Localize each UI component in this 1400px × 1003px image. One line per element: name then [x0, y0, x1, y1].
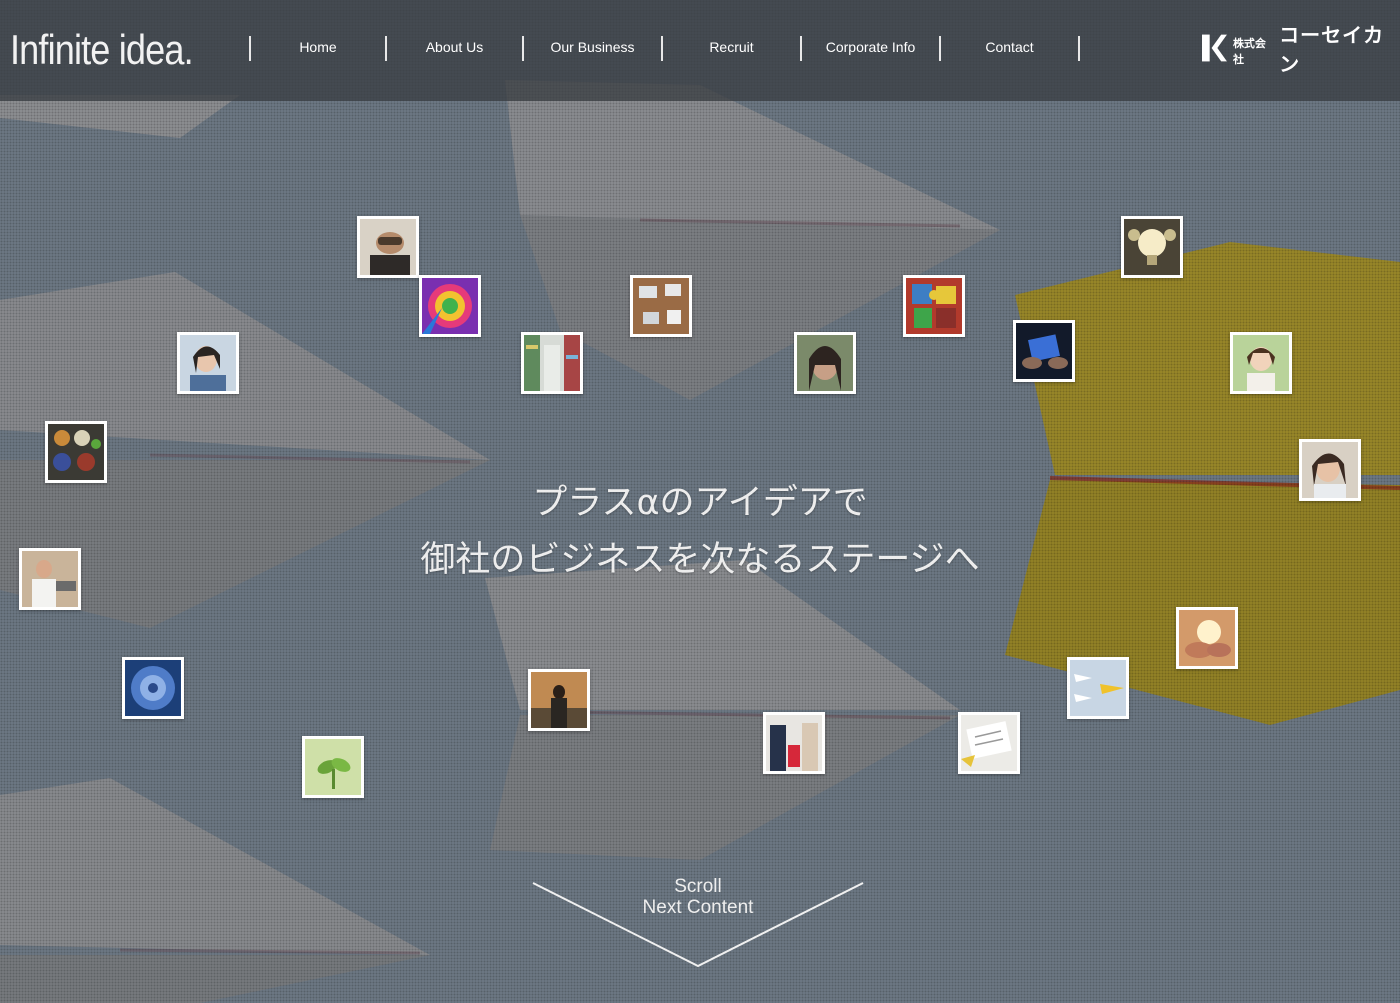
photo-puzzle-pieces[interactable] — [903, 275, 965, 337]
nav-about-us[interactable]: About Us — [387, 36, 522, 58]
photo-sunlight-hands[interactable] — [1176, 607, 1238, 669]
brand-logo[interactable]: Infinite idea. — [10, 26, 194, 74]
header-bar: Infinite idea. Home About Us Our Busines… — [0, 0, 1400, 101]
photo-green-sprout[interactable] — [302, 736, 364, 798]
photo-desk-laptops[interactable] — [630, 275, 692, 337]
photo-light-bulbs[interactable] — [1121, 216, 1183, 278]
nav-corporate-info[interactable]: Corporate Info — [802, 36, 939, 58]
corporate-logo-prefix: 株式会社 — [1232, 37, 1266, 66]
photo-woman-portrait[interactable] — [1299, 439, 1361, 501]
photo-paper-sketch[interactable] — [958, 712, 1020, 774]
nav-home[interactable]: Home — [251, 36, 385, 58]
photo-supermarket-aisle[interactable] — [521, 332, 583, 394]
photo-smiling-girl[interactable] — [1230, 332, 1292, 394]
nav-contact[interactable]: Contact — [941, 36, 1078, 58]
photo-goggles-person[interactable] — [357, 216, 419, 278]
nav-our-business[interactable]: Our Business — [524, 36, 661, 58]
nav-recruit[interactable]: Recruit — [663, 36, 800, 58]
photo-man-city-view[interactable] — [528, 669, 590, 731]
photo-business-people[interactable] — [763, 712, 825, 774]
photo-woman-looking-up[interactable] — [794, 332, 856, 394]
photo-food-bowls[interactable] — [45, 421, 107, 483]
photo-smiling-woman[interactable] — [177, 332, 239, 394]
k-mark-icon — [1202, 34, 1227, 62]
photo-tablet-hands[interactable] — [1013, 320, 1075, 382]
photo-blue-flower[interactable] — [122, 657, 184, 719]
corporate-logo-name: コーセイカン — [1279, 23, 1385, 76]
nav-separator — [1078, 36, 1080, 61]
photo-paper-planes[interactable] — [1067, 657, 1129, 719]
corporate-logo[interactable]: 株式会社 コーセイカン — [1202, 23, 1400, 76]
scroll-next-content-button[interactable]: Scroll Next Content — [530, 876, 866, 970]
scroll-label: Scroll — [674, 876, 722, 897]
hero-headline-line2: 御社のビジネスを次なるステージへ — [420, 540, 980, 580]
hero-headline-line1: プラスαのアイデアで — [532, 483, 868, 523]
photo-colorful-flower[interactable] — [419, 275, 481, 337]
next-content-label: Next Content — [642, 897, 754, 918]
photo-chef-cooking[interactable] — [19, 548, 81, 610]
